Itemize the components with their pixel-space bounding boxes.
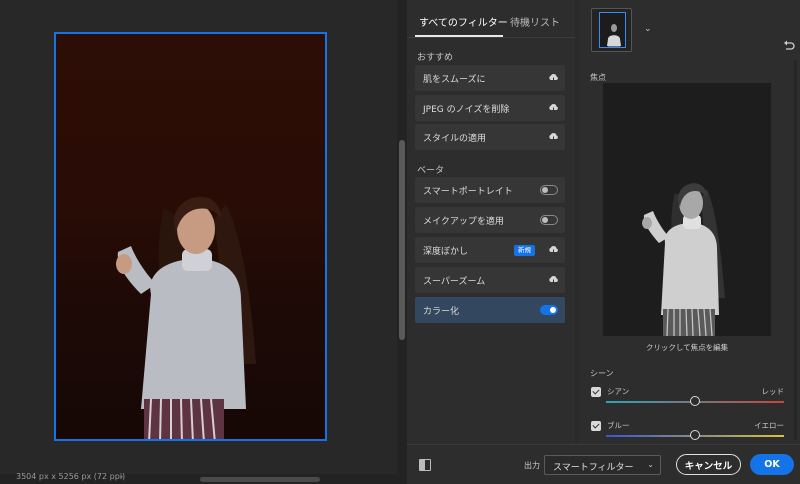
scrollbar-thumb[interactable] [399, 140, 405, 340]
before-after-toggle-icon[interactable] [419, 459, 431, 471]
filter-item-super-zoom[interactable]: スーパーズーム [415, 267, 565, 293]
section-title-beta: ベータ [417, 166, 445, 176]
slider-handle[interactable] [690, 396, 700, 406]
filter-toggle[interactable] [540, 185, 558, 195]
cancel-button[interactable]: キャンセル [676, 454, 741, 475]
filter-label: JPEG のノイズを削除 [423, 105, 510, 115]
reset-icon[interactable] [783, 40, 795, 50]
cloud-download-icon[interactable] [548, 103, 559, 113]
tab-divider [407, 37, 575, 38]
cloud-download-icon[interactable] [548, 245, 559, 255]
output-select-value: スマートフィルター [553, 463, 634, 473]
portrait-photo [116, 196, 256, 439]
chevron-down-icon: ⌄ [647, 460, 654, 469]
filter-label: スタイルの適用 [423, 134, 487, 144]
cloud-download-icon[interactable] [548, 275, 559, 285]
filter-item-jpeg-denoise[interactable]: JPEG のノイズを削除 [415, 95, 565, 121]
filter-item-style-transfer[interactable]: スタイルの適用 [415, 124, 565, 150]
scene-label: シーン [590, 369, 614, 378]
new-badge: 新規 [514, 245, 535, 256]
blue-yellow-slider-row: ブルー イエロー [590, 417, 786, 441]
output-label: 出力 [524, 461, 540, 470]
focus-preview[interactable] [603, 83, 771, 336]
filter-label: カラー化 [423, 307, 460, 317]
slider-right-label: レッド [761, 387, 785, 396]
filter-toggle[interactable] [540, 215, 558, 225]
ok-button[interactable]: OK [750, 454, 794, 475]
slider-left-label: シアン [607, 387, 630, 396]
settings-scrollbar[interactable] [794, 60, 797, 440]
focus-preview-image [603, 83, 771, 336]
filter-label: スマートポートレイト [423, 187, 513, 197]
image-size-text: 3504 px x 5256 px (72 ppi) [16, 472, 126, 481]
filter-item-makeup-transfer[interactable]: メイクアップを適用 [415, 207, 565, 233]
slider-left-label: ブルー [607, 421, 630, 430]
photo-canvas[interactable] [54, 32, 327, 441]
canvas-vertical-scrollbar[interactable] [397, 0, 407, 484]
filter-label: メイクアップを適用 [423, 217, 504, 227]
tab-waitlist[interactable]: 待機リスト [510, 14, 560, 29]
filter-label: 深度ぼかし [423, 247, 469, 257]
cloud-download-icon[interactable] [548, 73, 559, 83]
checkbox[interactable] [591, 421, 601, 431]
cyan-red-slider-row: シアン レッド [590, 383, 786, 407]
filter-item-smart-portrait[interactable]: スマートポートレイト [415, 177, 565, 203]
filters-panel: すべてのフィルター 待機リスト おすすめ 肌をスムーズに JPEG のノイズを削… [407, 0, 575, 444]
filter-item-smooth-skin[interactable]: 肌をスムーズに [415, 65, 565, 91]
filter-label: 肌をスムーズに [423, 75, 486, 85]
output-select[interactable]: スマートフィルター ⌄ [544, 455, 661, 475]
bottom-bar: 出力 スマートフィルター ⌄ キャンセル OK [407, 444, 800, 484]
checkbox[interactable] [591, 387, 601, 397]
chevron-down-icon[interactable]: ⌄ [644, 24, 652, 34]
section-title-recommended: おすすめ [417, 53, 454, 63]
focus-label: 焦点 [590, 73, 606, 82]
status-arrow-icon[interactable]: › [120, 472, 123, 481]
preview-selector[interactable] [591, 8, 632, 52]
preview-thumbnail[interactable] [599, 12, 626, 48]
canvas-area[interactable]: 3504 px x 5256 px (72 ppi) › [0, 0, 407, 484]
filter-settings-panel: ⌄ 焦点 クリックして焦点を編集 シーン シアン レッド ブルー イエロー [578, 0, 800, 444]
cloud-download-icon[interactable] [548, 132, 559, 142]
filter-item-depth-blur[interactable]: 深度ぼかし 新規 [415, 237, 565, 263]
tab-all-filters[interactable]: すべてのフィルター [419, 14, 508, 29]
canvas-status-bar: 3504 px x 5256 px (72 ppi) › [0, 472, 397, 484]
canvas-horizontal-scrollbar[interactable] [200, 477, 320, 482]
focus-hint-text: クリックして焦点を編集 [645, 343, 729, 352]
thumbnail-image [600, 13, 625, 47]
slider-handle[interactable] [690, 430, 700, 440]
slider-right-label: イエロー [754, 421, 784, 430]
filter-toggle[interactable] [540, 305, 558, 315]
filter-label: スーパーズーム [423, 277, 486, 287]
filter-item-colorize[interactable]: カラー化 [415, 297, 565, 323]
